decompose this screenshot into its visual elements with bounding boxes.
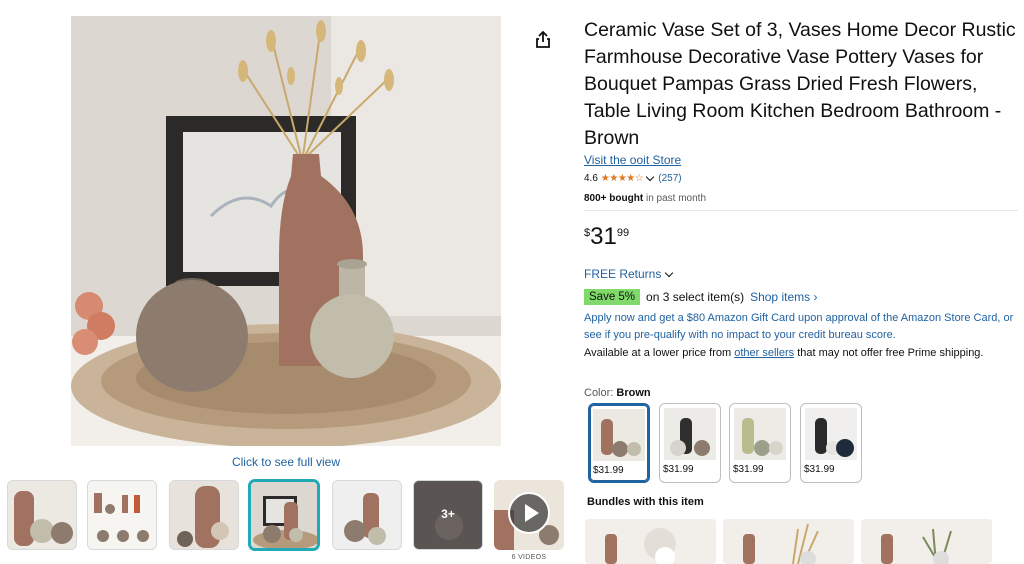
more-images-count: 3+	[441, 507, 455, 521]
swatch-price: $31.99	[804, 464, 835, 475]
thumbnail-3[interactable]	[169, 480, 239, 550]
click-to-see-full-view-link[interactable]: Click to see full view	[71, 455, 501, 469]
bundle-card-3[interactable]	[861, 519, 992, 564]
lower-price-notice: Available at a lower price from other se…	[584, 345, 1004, 362]
free-returns-link[interactable]: FREE Returns	[584, 267, 674, 281]
swatch-image	[593, 409, 645, 461]
lower-price-text-after: that may not offer free Prime shipping.	[797, 347, 984, 359]
savings-row: Save 5% on 3 select item(s) Shop items ›	[584, 289, 817, 305]
rating-row: 4.6 ★★★★☆ (257)	[584, 172, 682, 184]
thumbnail-5[interactable]	[332, 480, 402, 550]
swatch-price: $31.99	[593, 465, 624, 476]
other-sellers-link[interactable]: other sellers	[734, 347, 794, 359]
price-fraction: 99	[616, 227, 630, 239]
thumbnail-2[interactable]	[87, 480, 157, 550]
swatch-black[interactable]: $31.99	[659, 403, 721, 483]
swatch-image	[734, 408, 786, 460]
share-icon[interactable]	[534, 30, 552, 50]
selected-color-name: Brown	[616, 387, 651, 399]
thumbnail-strip: 3+ 6 VIDEOS	[7, 480, 567, 561]
videos-count-label: 6 VIDEOS	[511, 554, 547, 561]
swatch-image	[805, 408, 857, 460]
rating-count-link[interactable]: (257)	[658, 173, 681, 184]
bundles-title: Bundles with this item	[587, 496, 704, 508]
swatch-brown[interactable]: $31.99	[588, 403, 650, 483]
play-icon	[508, 492, 550, 534]
main-product-image[interactable]	[71, 16, 501, 446]
chevron-down-icon[interactable]	[645, 172, 655, 182]
price-whole: 31	[590, 223, 617, 250]
rating-value: 4.6	[584, 173, 598, 184]
free-returns-label: FREE Returns	[584, 267, 662, 281]
bundle-card-1[interactable]	[585, 519, 716, 564]
swatch-price: $31.99	[733, 464, 764, 475]
bought-count: 800+ bought	[584, 193, 644, 204]
bundle-card-2[interactable]	[723, 519, 854, 564]
star-rating-icon[interactable]: ★★★★☆	[601, 173, 644, 184]
swatch-navy[interactable]: $31.99	[800, 403, 862, 483]
savings-text: on 3 select item(s)	[646, 290, 745, 304]
color-label: Color: Brown	[584, 387, 651, 399]
chevron-down-icon	[665, 268, 674, 277]
lower-price-text-before: Available at a lower price from	[584, 347, 732, 359]
visit-store-link[interactable]: Visit the ooit Store	[584, 153, 681, 167]
shop-items-link[interactable]: Shop items ›	[750, 290, 817, 304]
color-label-prefix: Color:	[584, 387, 614, 399]
thumbnail-1[interactable]	[7, 480, 77, 550]
price: $ 31 99	[584, 224, 629, 250]
swatch-price: $31.99	[663, 464, 694, 475]
save-badge: Save 5%	[584, 289, 641, 305]
bought-in-past-month: 800+ bought in past month	[584, 193, 706, 204]
bought-period: in past month	[645, 193, 707, 204]
video-thumbnail[interactable]: 6 VIDEOS	[494, 480, 564, 564]
store-card-offer-link[interactable]: Apply now and get a $80 Amazon Gift Card…	[584, 310, 1020, 344]
swatch-green[interactable]: $31.99	[729, 403, 791, 483]
thumbnail-more[interactable]: 3+	[413, 480, 483, 550]
product-title: Ceramic Vase Set of 3, Vases Home Decor …	[584, 19, 1016, 149]
swatch-image	[664, 408, 716, 460]
divider	[584, 210, 1018, 211]
thumbnail-4-selected[interactable]	[249, 480, 319, 550]
